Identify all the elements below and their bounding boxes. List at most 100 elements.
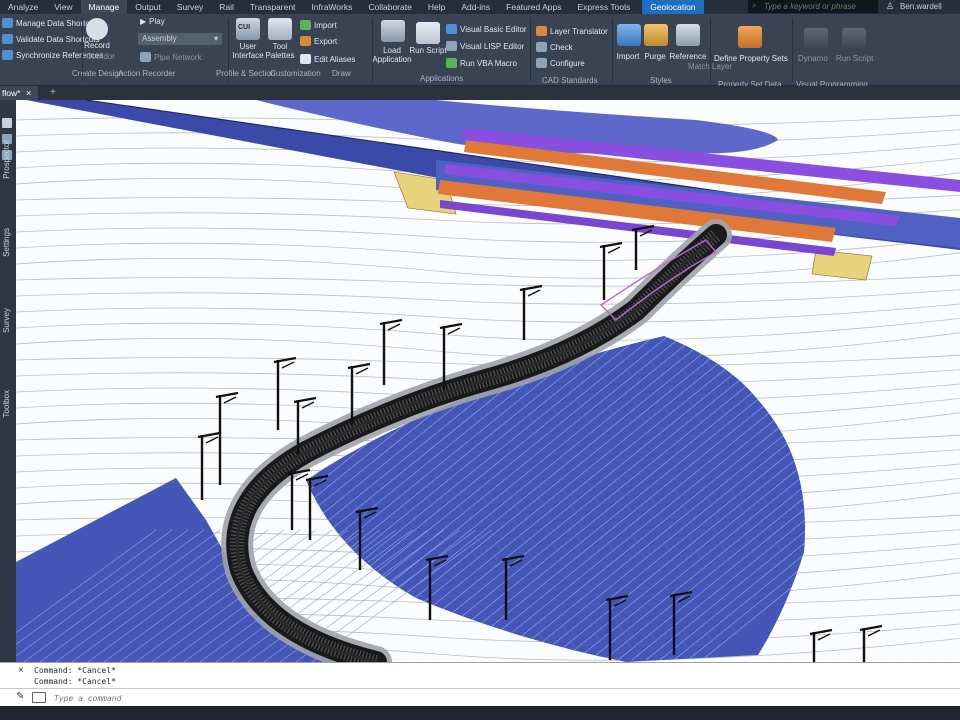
user-icon[interactable]: ♙: [886, 1, 894, 12]
tab-toolbox[interactable]: Toolbox: [2, 390, 11, 418]
import-customization-button[interactable]: Import: [300, 20, 337, 30]
import-styles-icon: [617, 24, 641, 46]
tab-geolocation[interactable]: Geolocation: [642, 0, 704, 14]
model-viewport[interactable]: [16, 100, 960, 662]
pole-bracket: [447, 327, 461, 335]
tab-prospector[interactable]: Prospector: [2, 140, 11, 179]
contour-line: [16, 318, 960, 341]
configure-standards-button[interactable]: Configure: [536, 58, 585, 68]
pole-bracket: [607, 246, 621, 254]
pole-bracket: [355, 367, 369, 375]
play-icon: ▶: [140, 17, 147, 26]
tab-analyze[interactable]: Analyze: [0, 0, 46, 14]
tab-manage[interactable]: Manage: [80, 0, 128, 14]
tab-featured-apps[interactable]: Featured Apps: [498, 0, 569, 14]
document-tab-label: flow*: [2, 88, 21, 98]
tab-settings[interactable]: Settings: [2, 228, 11, 257]
surface-right-embankment: [306, 336, 806, 662]
search-icon: ⌕: [752, 1, 757, 10]
ribbon-separator: [82, 18, 83, 82]
layer-translator-icon: [536, 26, 547, 36]
tab-view[interactable]: View: [46, 0, 80, 14]
applications-panel-title: Applications: [420, 74, 464, 83]
styles-panel-title: Styles: [650, 76, 672, 85]
bridge-pier-right: [811, 249, 873, 281]
command-prompt-icon[interactable]: [32, 692, 46, 703]
document-tab[interactable]: flow*: [0, 86, 38, 100]
record-icon: [86, 18, 108, 40]
check-standards-button[interactable]: Check: [536, 42, 573, 52]
dynamo-icon: [804, 28, 828, 50]
visual-lisp-editor-button[interactable]: Visual LISP Editor: [446, 41, 524, 51]
configure-icon: [536, 58, 547, 68]
close-icon[interactable]: ×: [18, 665, 24, 676]
edit-aliases-icon: [300, 54, 311, 64]
check-icon: [536, 42, 547, 52]
play-button[interactable]: ▶ Play: [140, 17, 165, 26]
define-property-sets-button[interactable]: Define Property Sets: [714, 54, 788, 63]
command-input[interactable]: [54, 691, 654, 705]
command-history: × Command: *Cancel* Command: *Cancel*: [0, 662, 960, 688]
create-design-panel-title: Create Design: [72, 69, 124, 78]
tab-infraworks[interactable]: InfraWorks: [303, 0, 360, 14]
record-button[interactable]: Record: [75, 41, 119, 50]
tab-transparent[interactable]: Transparent: [242, 0, 304, 14]
vba-macro-icon: [446, 58, 457, 68]
edit-aliases-button[interactable]: Edit Aliases: [300, 54, 355, 64]
pipe-network-icon: [140, 52, 151, 62]
status-bar: [0, 706, 960, 720]
contour-line: [16, 274, 960, 287]
dynamo-button[interactable]: Dynamo: [798, 54, 828, 63]
export-icon: [300, 36, 311, 46]
pipe-network-button[interactable]: Pipe Network: [140, 52, 202, 62]
layer-translator-button[interactable]: Layer Translator: [536, 26, 608, 36]
run-script-icon: [416, 22, 440, 44]
tab-output[interactable]: Output: [127, 0, 169, 14]
ribbon-separator: [612, 18, 613, 82]
new-tab-button[interactable]: +: [50, 86, 56, 100]
draw-panel-title: Draw: [332, 69, 351, 78]
import-icon: [300, 20, 311, 30]
palette-pin-icon[interactable]: [2, 118, 12, 128]
catenary-pole: [197, 431, 221, 500]
catenary-pole: [273, 356, 297, 430]
pole-bracket: [527, 289, 541, 297]
load-application-icon: [381, 20, 405, 42]
user-interface-icon: CUI: [236, 18, 260, 40]
user-name[interactable]: Ben.wardell: [900, 0, 942, 14]
assembly-dropdown[interactable]: Assembly ▾: [138, 33, 222, 45]
tab-survey[interactable]: Survey: [169, 0, 211, 14]
profile-section-panel-title: Profile & Section: [216, 69, 276, 78]
pole-bracket: [387, 323, 401, 331]
run-vba-macro-button[interactable]: Run VBA Macro: [446, 58, 517, 68]
reference-button[interactable]: Reference: [666, 52, 710, 61]
define-property-sets-icon: [738, 26, 762, 48]
pole-bracket: [223, 396, 237, 404]
tab-survey-palette[interactable]: Survey: [2, 308, 11, 333]
run-script-dynamo-icon: [842, 28, 866, 50]
tab-help[interactable]: Help: [420, 0, 453, 14]
contour-line: [16, 332, 960, 359]
ribbon-separator: [792, 18, 793, 82]
tab-express-tools[interactable]: Express Tools: [569, 0, 638, 14]
chevron-down-icon: ▾: [213, 34, 218, 43]
visual-basic-editor-button[interactable]: Visual Basic Editor: [446, 24, 527, 34]
close-icon[interactable]: ×: [26, 86, 31, 100]
tab-rail[interactable]: Rail: [211, 0, 242, 14]
catenary-pole: [519, 284, 543, 340]
export-customization-button[interactable]: Export: [300, 36, 337, 46]
search-input[interactable]: [748, 0, 878, 13]
tab-collaborate[interactable]: Collaborate: [360, 0, 419, 14]
dynamo-run-script-button[interactable]: Run Script: [836, 54, 873, 63]
contour-line: [16, 289, 960, 305]
purge-icon: [644, 24, 668, 46]
run-script-button[interactable]: Run Script: [406, 46, 450, 55]
validate-icon: [2, 34, 13, 44]
tab-add-ins[interactable]: Add-ins: [453, 0, 498, 14]
pole-bracket: [301, 401, 315, 409]
corridor-label: Corridor: [86, 52, 115, 61]
civil-3d-model-scene[interactable]: [16, 100, 960, 662]
reference-icon: [676, 24, 700, 46]
wrench-icon[interactable]: ✎: [16, 691, 24, 702]
tool-palettes-button[interactable]: Tool Palettes: [258, 42, 302, 60]
